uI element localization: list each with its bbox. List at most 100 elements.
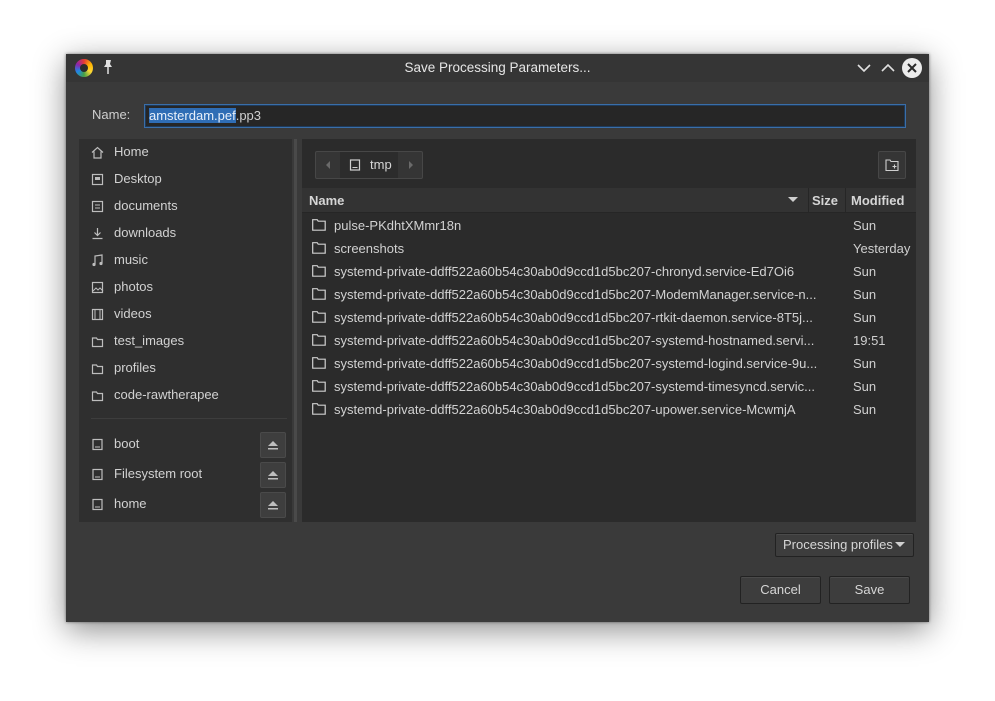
filter-label: Processing profiles (783, 537, 893, 552)
eject-icon (268, 441, 278, 450)
path-bar: tmp (315, 151, 423, 179)
drive-icon (349, 159, 361, 171)
save-dialog: Save Processing Parameters... Name: amst… (66, 54, 929, 622)
file-modified: Sun (853, 310, 877, 325)
file-modified: Sun (853, 356, 877, 371)
file-name: systemd-private-ddff522a60b54c30ab0d9ccd… (334, 264, 795, 279)
file-row[interactable]: systemd-private-ddff522a60b54c30ab0d9ccd… (302, 283, 916, 306)
home-icon (91, 146, 104, 159)
sidebar-item-test-images[interactable]: test_images (79, 328, 292, 355)
file-modified: Sun (853, 287, 877, 302)
minimize-chevron-icon[interactable] (854, 58, 874, 78)
sidebar-item-music[interactable]: music (79, 247, 292, 274)
column-header-size[interactable]: Size (812, 193, 838, 208)
sidebar-item-downloads[interactable]: downloads (79, 220, 292, 247)
create-folder-button[interactable] (878, 151, 906, 179)
file-name: screenshots (334, 241, 405, 256)
file-name: pulse-PKdhtXMmr18n (334, 218, 462, 233)
drive-icon (92, 498, 103, 511)
sidebar-separator (91, 418, 287, 419)
sidebar-item-profiles[interactable]: profiles (79, 355, 292, 382)
file-name: systemd-private-ddff522a60b54c30ab0d9ccd… (334, 287, 817, 302)
sidebar-item-filesystem-root[interactable]: Filesystem root (79, 459, 292, 489)
file-modified: Sun (853, 402, 877, 417)
music-icon (92, 254, 103, 267)
sidebar-item-videos[interactable]: videos (79, 301, 292, 328)
sidebar-item-code-rawtherapee[interactable]: code-rawtherapee (79, 382, 292, 409)
column-header-name[interactable]: Name (309, 193, 344, 208)
maximize-chevron-icon[interactable] (878, 58, 898, 78)
cancel-button[interactable]: Cancel (740, 576, 821, 604)
eject-button[interactable] (260, 492, 286, 518)
sidebar-item-boot[interactable]: boot (79, 429, 292, 459)
file-modified: Sun (853, 218, 877, 233)
eject-button[interactable] (260, 462, 286, 488)
folder-icon (91, 391, 104, 402)
folder-icon (312, 242, 326, 254)
window-title: Save Processing Parameters... (404, 60, 591, 75)
column-separator[interactable] (808, 188, 809, 212)
sidebar-item-label: home (114, 496, 147, 511)
sidebar-item-documents[interactable]: documents (79, 193, 292, 220)
close-icon (907, 63, 917, 73)
eject-button[interactable] (260, 432, 286, 458)
documents-icon (91, 200, 104, 213)
drive-icon (92, 468, 103, 481)
close-button[interactable] (902, 58, 922, 78)
eject-icon (268, 501, 278, 510)
videos-icon (91, 308, 104, 321)
sidebar-item-label: music (114, 252, 148, 267)
file-modified: Yesterday (853, 241, 911, 256)
sidebar-item-label: downloads (114, 225, 177, 240)
file-name: systemd-private-ddff522a60b54c30ab0d9ccd… (334, 356, 818, 371)
file-row[interactable]: systemd-private-ddff522a60b54c30ab0d9ccd… (302, 352, 916, 375)
sidebar-item-label: photos (114, 279, 154, 294)
eject-icon (268, 471, 278, 480)
file-name: systemd-private-ddff522a60b54c30ab0d9ccd… (334, 379, 816, 394)
sidebar-item-desktop[interactable]: Desktop (79, 166, 292, 193)
new-folder-icon (885, 159, 899, 172)
file-browser: tmp Name Size Modified pulse-PKdhtXMmr18… (302, 139, 916, 522)
sidebar-item-photos[interactable]: photos (79, 274, 292, 301)
folder-icon (312, 288, 326, 300)
sidebar-item-label: test_images (114, 333, 185, 348)
sidebar-item-label: profiles (114, 360, 156, 375)
folder-icon (312, 219, 326, 231)
places-sidebar: Home Desktop documents downloads music p… (79, 139, 292, 522)
file-row[interactable]: pulse-PKdhtXMmr18n Sun (302, 214, 916, 237)
desktop-icon (91, 173, 104, 186)
file-row[interactable]: systemd-private-ddff522a60b54c30ab0d9ccd… (302, 375, 916, 398)
folder-icon (312, 334, 326, 346)
file-row[interactable]: systemd-private-ddff522a60b54c30ab0d9ccd… (302, 329, 916, 352)
forward-arrow-icon[interactable] (403, 156, 419, 174)
file-list-header: Name Size Modified (302, 188, 916, 213)
back-arrow-icon[interactable] (320, 156, 336, 174)
save-button[interactable]: Save (829, 576, 910, 604)
path-segment-tmp[interactable]: tmp (340, 152, 398, 178)
sidebar-item-label: documents (114, 198, 178, 213)
file-name: systemd-private-ddff522a60b54c30ab0d9ccd… (334, 402, 796, 417)
file-row[interactable]: systemd-private-ddff522a60b54c30ab0d9ccd… (302, 260, 916, 283)
file-row[interactable]: systemd-private-ddff522a60b54c30ab0d9ccd… (302, 306, 916, 329)
column-separator[interactable] (845, 188, 846, 212)
sidebar-item-home-device[interactable]: home (79, 489, 292, 519)
name-input[interactable]: amsterdam.pef.pp3 (144, 104, 906, 128)
sort-down-arrow-icon[interactable] (787, 196, 799, 204)
processing-profiles-filter[interactable]: Processing profiles (775, 533, 914, 557)
column-header-modified[interactable]: Modified (851, 193, 904, 208)
path-segment-label: tmp (370, 157, 392, 172)
dropdown-arrow-icon (895, 542, 905, 547)
folder-icon (312, 357, 326, 369)
file-row[interactable]: systemd-private-ddff522a60b54c30ab0d9ccd… (302, 398, 916, 421)
file-name: systemd-private-ddff522a60b54c30ab0d9ccd… (334, 310, 813, 325)
folder-icon (312, 380, 326, 392)
name-label: Name: (92, 107, 131, 122)
file-row[interactable]: screenshots Yesterday (302, 237, 916, 260)
sidebar-item-label: Desktop (114, 171, 162, 186)
name-extension-text: .pp3 (235, 108, 262, 123)
photos-icon (91, 281, 104, 294)
sidebar-item-home[interactable]: Home (79, 139, 292, 166)
file-modified: Sun (853, 379, 877, 394)
title-bar[interactable]: Save Processing Parameters... (66, 54, 929, 82)
pane-splitter[interactable] (294, 139, 297, 522)
